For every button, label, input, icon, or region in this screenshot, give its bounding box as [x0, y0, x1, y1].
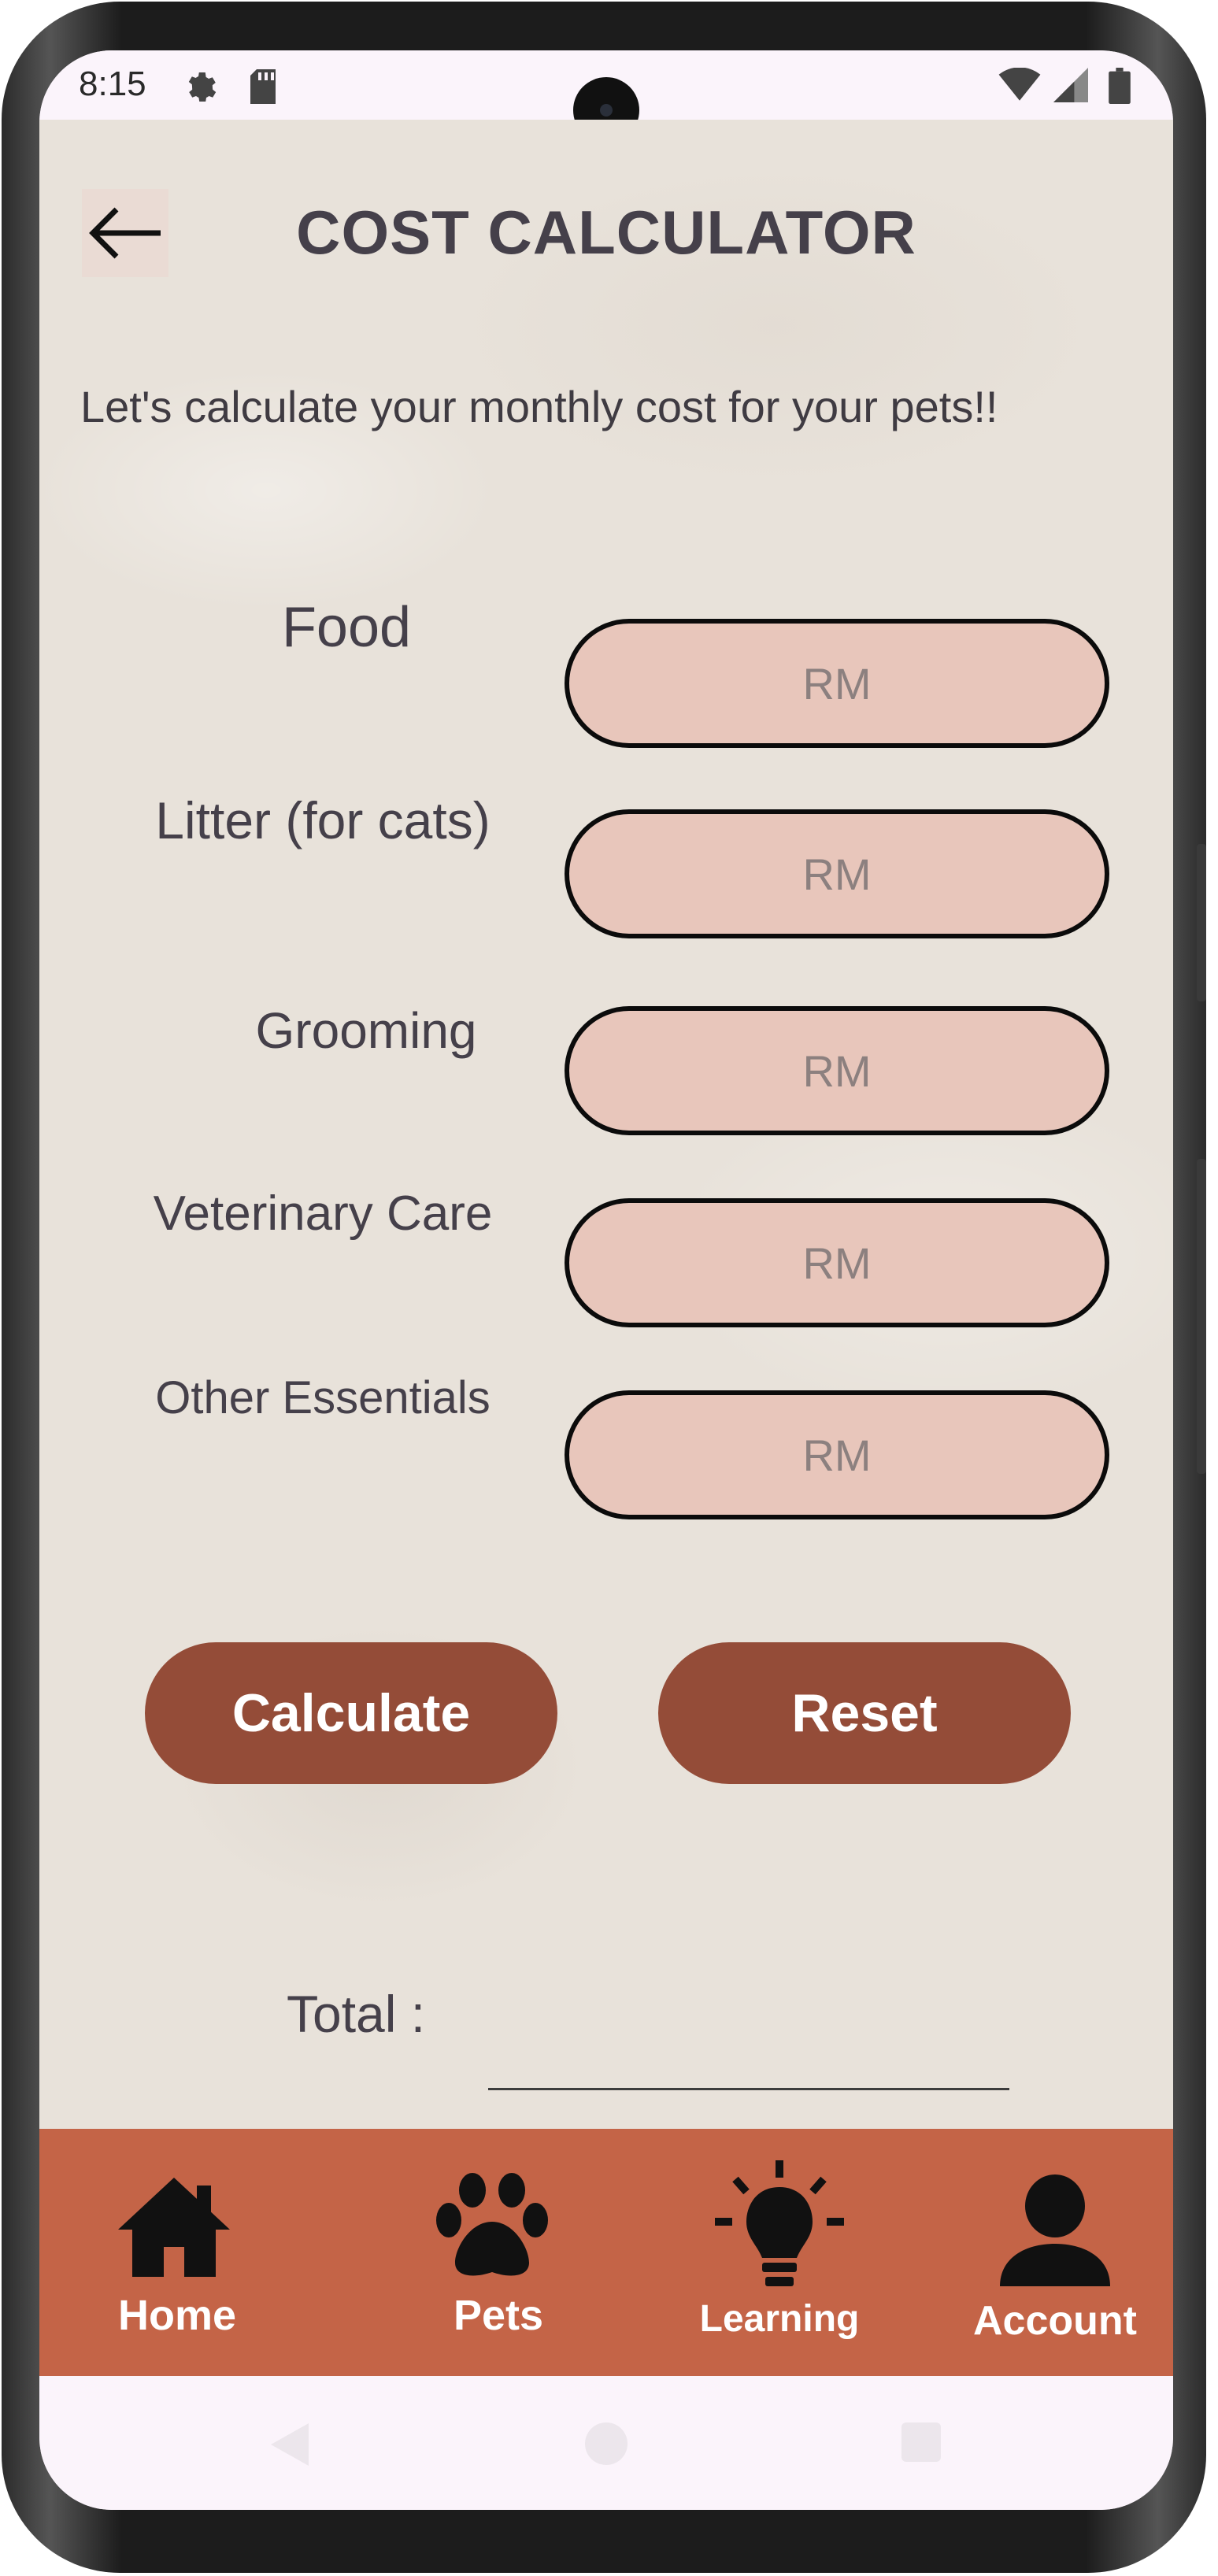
intro-text: Let's calculate your monthly cost for yo… — [80, 382, 998, 431]
nav-account[interactable]: Account — [945, 2129, 1165, 2376]
calculate-button[interactable]: Calculate — [145, 1642, 557, 1784]
phone-frame: 8:15 COST CALCULATOR Let's calculate you… — [2, 2, 1206, 2573]
other-essentials-label: Other Essentials — [155, 1372, 491, 1423]
paw-icon — [436, 2173, 548, 2276]
nav-account-label: Account — [973, 2298, 1137, 2344]
grooming-input[interactable] — [565, 1006, 1109, 1135]
veterinary-input[interactable] — [565, 1198, 1109, 1327]
nav-pets[interactable]: Pets — [386, 2129, 598, 2376]
wifi-icon — [998, 67, 1041, 106]
nav-learning[interactable]: Learning — [661, 2129, 898, 2376]
power-button — [1197, 1159, 1206, 1474]
app-content: COST CALCULATOR Let's calculate your mon… — [39, 120, 1173, 2178]
grooming-label: Grooming — [255, 1002, 477, 1059]
system-nav-bar — [39, 2376, 1173, 2510]
food-input[interactable] — [565, 619, 1109, 748]
sd-card-icon — [247, 68, 279, 109]
nav-home-label: Home — [117, 2292, 237, 2339]
other-essentials-input[interactable] — [565, 1390, 1109, 1519]
user-icon — [1000, 2174, 1110, 2286]
screen: 8:15 COST CALCULATOR Let's calculate you… — [39, 50, 1173, 2510]
veterinary-label: Veterinary Care — [153, 1186, 493, 1241]
litter-label: Litter (for cats) — [155, 791, 491, 849]
home-circle-icon[interactable] — [583, 2420, 630, 2467]
recents-square-icon[interactable] — [899, 2420, 943, 2464]
lightbulb-icon — [715, 2160, 844, 2286]
food-label: Food — [281, 596, 412, 659]
battery-icon — [1109, 68, 1131, 108]
total-underline — [488, 2088, 1009, 2090]
page-title: COST CALCULATOR — [296, 198, 916, 267]
back-triangle-icon[interactable] — [268, 2420, 312, 2469]
bottom-nav: Home Pets Learning Account — [39, 2129, 1173, 2376]
litter-input[interactable] — [565, 809, 1109, 938]
reset-button[interactable]: Reset — [658, 1642, 1071, 1784]
nav-home[interactable]: Home — [79, 2129, 276, 2376]
total-label: Total : — [287, 1985, 426, 2043]
nav-learning-label: Learning — [699, 2298, 860, 2340]
signal-icon — [1053, 68, 1088, 106]
home-icon — [118, 2178, 230, 2277]
nav-pets-label: Pets — [453, 2292, 544, 2339]
status-time: 8:15 — [79, 65, 146, 103]
gear-icon — [184, 68, 222, 109]
volume-button — [1197, 844, 1206, 1001]
